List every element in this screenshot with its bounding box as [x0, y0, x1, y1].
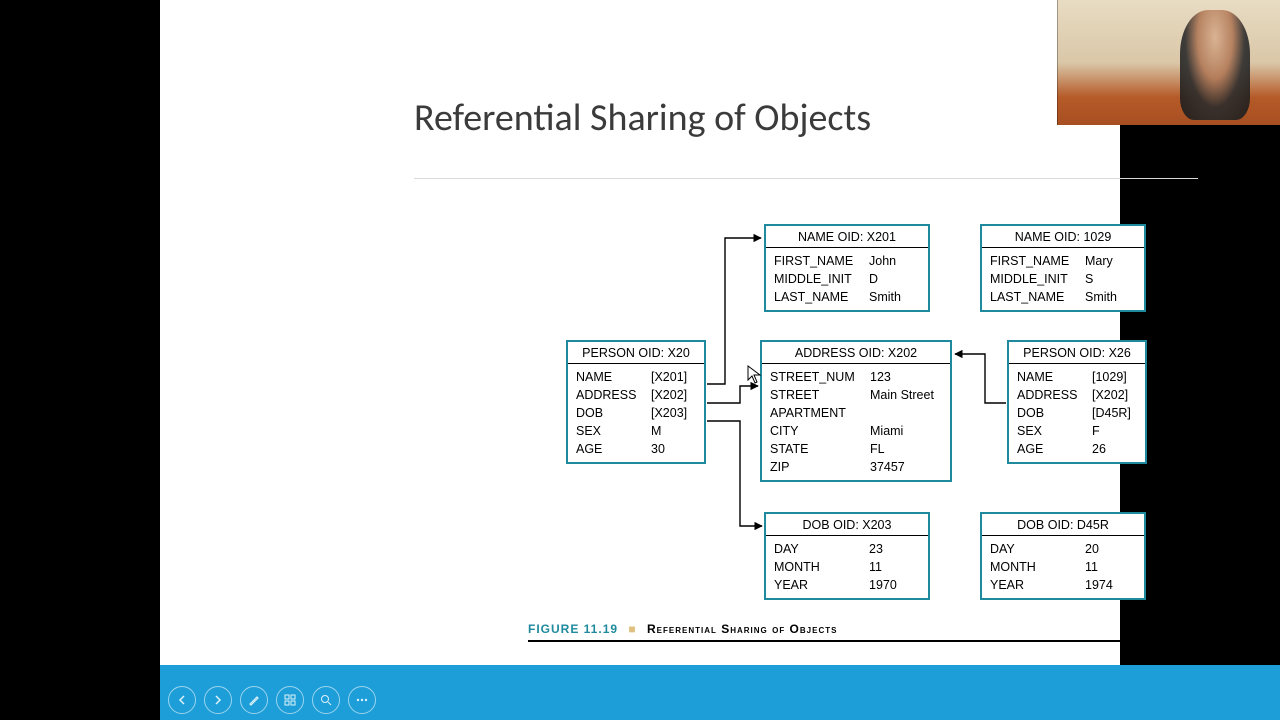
field-key: AGE: [576, 441, 651, 457]
field-value: Main Street: [870, 387, 942, 403]
box-header: PERSON OID: X26: [1009, 342, 1145, 364]
field-key: YEAR: [990, 577, 1085, 593]
field-key: ADDRESS: [1017, 387, 1092, 403]
field-key: CITY: [770, 423, 870, 439]
box-header: ADDRESS OID: X202: [762, 342, 950, 364]
field-key: STATE: [770, 441, 870, 457]
field-value: 20: [1085, 541, 1136, 557]
chevron-right-icon: [213, 695, 223, 705]
field-value: S: [1085, 271, 1136, 287]
field-key: ZIP: [770, 459, 870, 475]
field-key: YEAR: [774, 577, 869, 593]
field-value: 11: [869, 559, 920, 575]
figure-title: Referential Sharing of Objects: [647, 622, 837, 636]
field-value: Miami: [870, 423, 942, 439]
figure-separator: ■: [628, 622, 636, 636]
more-button[interactable]: [348, 686, 376, 714]
box-header: PERSON OID: X20: [568, 342, 704, 364]
field-value: 11: [1085, 559, 1136, 575]
chevron-left-icon: [177, 695, 187, 705]
field-key: AGE: [1017, 441, 1092, 457]
field-value: [D45R]: [1092, 405, 1137, 421]
field-key: LAST_NAME: [990, 289, 1085, 305]
pen-icon: [248, 694, 260, 706]
box-header: DOB OID: X203: [766, 514, 928, 536]
grid-icon: [284, 694, 296, 706]
field-key: FIRST_NAME: [990, 253, 1085, 269]
field-key: MIDDLE_INIT: [990, 271, 1085, 287]
field-value: [X202]: [651, 387, 696, 403]
field-value: Smith: [869, 289, 920, 305]
field-value: 1970: [869, 577, 920, 593]
pen-button[interactable]: [240, 686, 268, 714]
field-value: F: [1092, 423, 1137, 439]
field-value: 37457: [870, 459, 942, 475]
field-value: 23: [869, 541, 920, 557]
field-key: MONTH: [774, 559, 869, 575]
field-key: DAY: [990, 541, 1085, 557]
slide-title: Referential Sharing of Objects: [414, 95, 871, 141]
zoom-button[interactable]: [312, 686, 340, 714]
next-button[interactable]: [204, 686, 232, 714]
field-value: D: [869, 271, 920, 287]
field-value: [1029]: [1092, 369, 1137, 385]
field-value: FL: [870, 441, 942, 457]
slide-view-button[interactable]: [276, 686, 304, 714]
field-key: DOB: [576, 405, 651, 421]
ellipsis-icon: [356, 698, 368, 702]
prev-button[interactable]: [168, 686, 196, 714]
box-header: DOB OID: D45R: [982, 514, 1144, 536]
field-key: MONTH: [990, 559, 1085, 575]
field-value: [X203]: [651, 405, 696, 421]
box-person-x20: PERSON OID: X20 NAME[X201] ADDRESS[X202]…: [566, 340, 706, 464]
field-value: 123: [870, 369, 942, 385]
field-value: M: [651, 423, 696, 439]
field-key: DOB: [1017, 405, 1092, 421]
box-header: NAME OID: 1029: [982, 226, 1144, 248]
presenter-toolbar: [160, 665, 1280, 720]
box-dob-d45r: DOB OID: D45R DAY20 MONTH11 YEAR1974: [980, 512, 1146, 600]
field-value: John: [869, 253, 920, 269]
field-value: 1974: [1085, 577, 1136, 593]
webcam-overlay: [1057, 0, 1280, 125]
field-value: [X201]: [651, 369, 696, 385]
field-value: 30: [651, 441, 696, 457]
field-value: 26: [1092, 441, 1137, 457]
field-value: Smith: [1085, 289, 1136, 305]
field-key: FIRST_NAME: [774, 253, 869, 269]
field-key: MIDDLE_INIT: [774, 271, 869, 287]
title-rule: [414, 178, 1198, 179]
figure-caption: FIGURE 11.19 ■ Referential Sharing of Ob…: [528, 622, 1203, 642]
box-dob-x203: DOB OID: X203 DAY23 MONTH11 YEAR1970: [764, 512, 930, 600]
field-key: SEX: [576, 423, 651, 439]
field-key: APARTMENT: [770, 405, 870, 421]
field-key: STREET: [770, 387, 870, 403]
field-key: DAY: [774, 541, 869, 557]
field-value: [X202]: [1092, 387, 1137, 403]
magnifier-icon: [320, 694, 332, 706]
field-key: LAST_NAME: [774, 289, 869, 305]
field-key: STREET_NUM: [770, 369, 870, 385]
slide: Referential Sharing of Objects NAME OID:…: [160, 0, 1120, 720]
field-value: [870, 405, 942, 421]
box-address-x202: ADDRESS OID: X202 STREET_NUM123 STREETMa…: [760, 340, 952, 482]
field-key: ADDRESS: [576, 387, 651, 403]
box-person-x26: PERSON OID: X26 NAME[1029] ADDRESS[X202]…: [1007, 340, 1147, 464]
field-key: NAME: [1017, 369, 1092, 385]
box-name-1029: NAME OID: 1029 FIRST_NAMEMary MIDDLE_INI…: [980, 224, 1146, 312]
field-key: NAME: [576, 369, 651, 385]
figure-number: FIGURE 11.19: [528, 622, 618, 636]
box-header: NAME OID: X201: [766, 226, 928, 248]
box-name-x201: NAME OID: X201 FIRST_NAMEJohn MIDDLE_INI…: [764, 224, 930, 312]
field-key: SEX: [1017, 423, 1092, 439]
field-value: Mary: [1085, 253, 1136, 269]
